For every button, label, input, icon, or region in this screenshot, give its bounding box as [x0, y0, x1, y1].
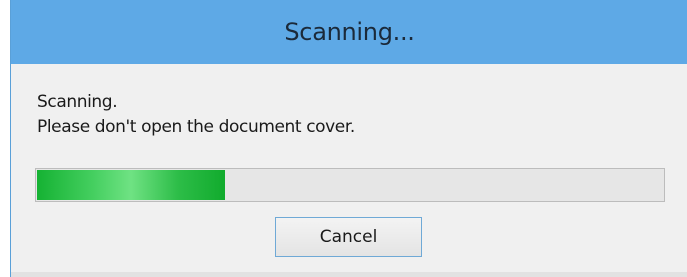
progress-fill — [37, 170, 225, 200]
scanning-dialog: Scanning... Scanning. Please don't open … — [10, 0, 687, 277]
dialog-title: Scanning... — [284, 18, 415, 46]
title-bar[interactable]: Scanning... — [11, 0, 687, 64]
window-bottom-edge — [11, 272, 687, 277]
scan-progress-bar — [35, 168, 665, 202]
status-message: Scanning. — [37, 92, 118, 112]
dialog-body: Scanning. Please don't open the document… — [11, 64, 687, 277]
cancel-button[interactable]: Cancel — [275, 217, 422, 257]
instruction-message: Please don't open the document cover. — [37, 117, 355, 137]
